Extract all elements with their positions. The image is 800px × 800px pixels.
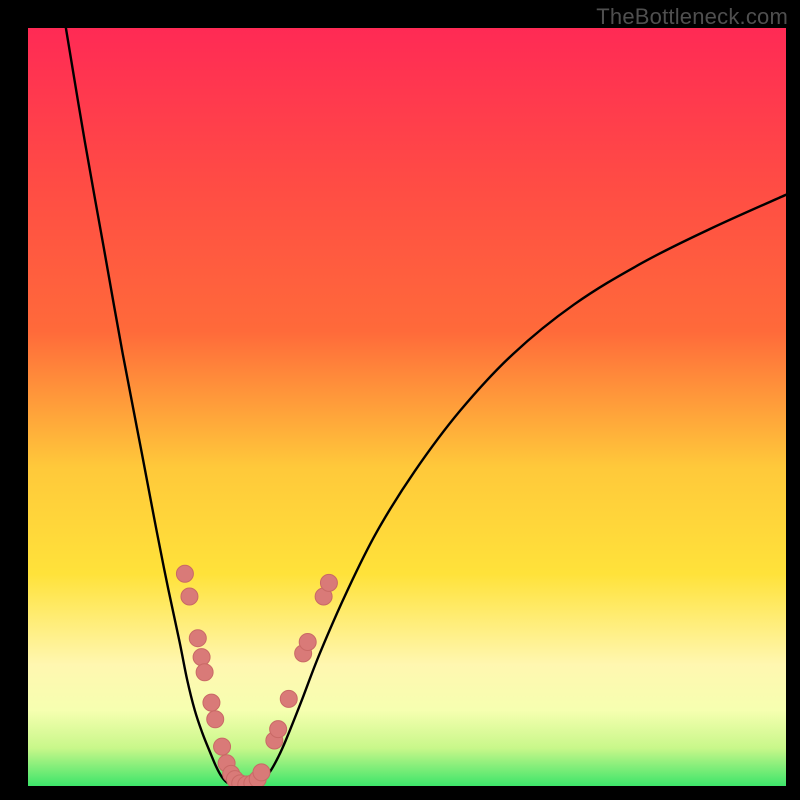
highlight-dot bbox=[253, 764, 270, 781]
highlight-dots bbox=[176, 565, 337, 786]
plot-area bbox=[28, 28, 786, 786]
highlight-dot bbox=[196, 664, 213, 681]
watermark-text: TheBottleneck.com bbox=[596, 4, 788, 30]
bottleneck-curve bbox=[66, 28, 786, 785]
curve-path bbox=[66, 28, 786, 785]
highlight-dot bbox=[189, 630, 206, 647]
highlight-dot bbox=[203, 694, 220, 711]
highlight-dot bbox=[181, 588, 198, 605]
highlight-dot bbox=[176, 565, 193, 582]
highlight-dot bbox=[193, 649, 210, 666]
highlight-dot bbox=[207, 711, 224, 728]
highlight-dot bbox=[280, 690, 297, 707]
curve-layer bbox=[28, 28, 786, 786]
highlight-dot bbox=[214, 738, 231, 755]
highlight-dot bbox=[320, 574, 337, 591]
chart-stage: TheBottleneck.com bbox=[0, 0, 800, 800]
highlight-dot bbox=[299, 633, 316, 650]
highlight-dot bbox=[270, 721, 287, 738]
